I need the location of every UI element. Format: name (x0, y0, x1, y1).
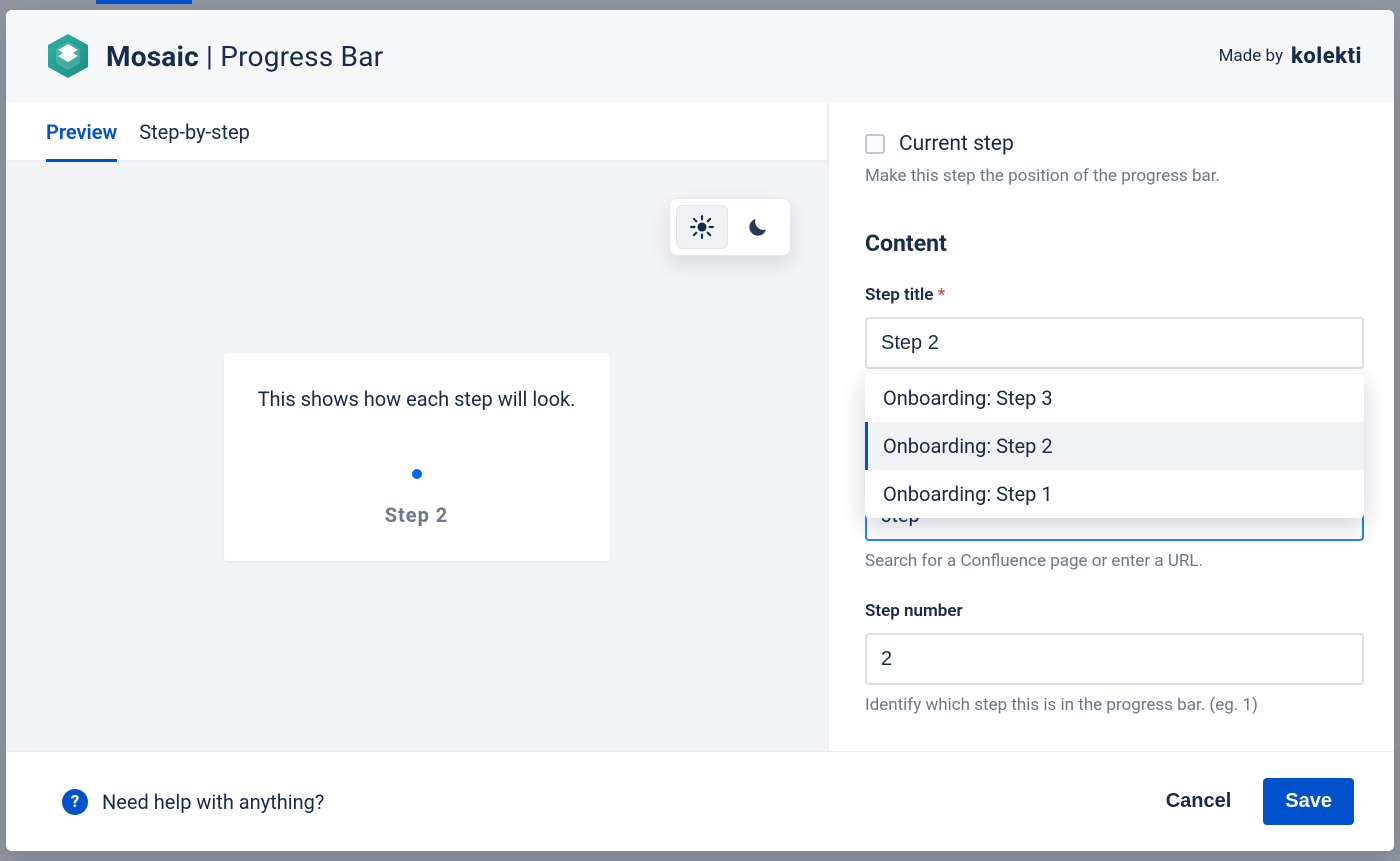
preview-area: This shows how each step will look. Step… (6, 162, 827, 751)
tabs: Preview Step-by-step (6, 102, 827, 162)
background-accent (96, 0, 192, 4)
content-heading: Content (865, 230, 1364, 257)
preview-description: This shows how each step will look. (252, 387, 582, 411)
left-panel: Preview Step-by-step (6, 102, 829, 751)
dialog-title: Mosaic | Progress Bar (106, 40, 383, 73)
dialog-header: Mosaic | Progress Bar Made by kolekti (6, 10, 1394, 102)
dialog-footer: ? Need help with anything? Cancel Save (6, 751, 1394, 851)
current-step-helper: Make this step the position of the progr… (865, 166, 1364, 186)
step-number-helper: Identify which step this is in the progr… (865, 695, 1364, 715)
step-title-input[interactable] (865, 317, 1364, 369)
dialog-body: Preview Step-by-step (6, 102, 1394, 751)
brand-name: Mosaic (106, 40, 199, 73)
step-number-input[interactable] (865, 633, 1364, 685)
made-by-label: Made by (1219, 46, 1283, 66)
current-step-checkbox[interactable] (865, 134, 885, 154)
help-icon: ? (62, 789, 88, 815)
sun-icon (689, 214, 715, 240)
preview-card: This shows how each step will look. Step… (224, 353, 610, 561)
save-button[interactable]: Save (1263, 778, 1354, 825)
dropdown-option[interactable]: Onboarding: Step 2 (865, 422, 1364, 470)
theme-toggle (669, 198, 791, 256)
mosaic-logo-icon (44, 32, 92, 80)
kolekti-wordmark: kolekti (1291, 44, 1362, 69)
preview-step-label: Step 2 (252, 503, 582, 527)
step-title-label-text: Step title (865, 285, 933, 305)
help-text: Need help with anything? (102, 790, 324, 814)
progress-dot (412, 469, 422, 479)
footer-actions: Cancel Save (1160, 778, 1354, 825)
feature-name: Progress Bar (220, 40, 383, 73)
step-title-dropdown: Onboarding: Step 3 Onboarding: Step 2 On… (865, 374, 1364, 518)
help-link[interactable]: ? Need help with anything? (62, 789, 324, 815)
destination-helper: Search for a Confluence page or enter a … (865, 551, 1364, 571)
required-marker: * (937, 285, 945, 305)
brand-separator: | (206, 40, 213, 73)
dropdown-option[interactable]: Onboarding: Step 1 (865, 470, 1364, 518)
current-step-row: Current step (865, 132, 1364, 156)
step-title-label: Step title* (865, 285, 1364, 305)
current-step-label: Current step (899, 132, 1014, 156)
made-by: Made by kolekti (1219, 44, 1362, 69)
tab-preview[interactable]: Preview (46, 102, 117, 160)
moon-icon (746, 215, 770, 239)
tab-step-by-step[interactable]: Step-by-step (139, 102, 250, 160)
dark-mode-button[interactable] (732, 205, 784, 249)
right-panel: Current step Make this step the position… (829, 102, 1394, 751)
step-number-label: Step number (865, 601, 1364, 621)
dropdown-option[interactable]: Onboarding: Step 3 (865, 374, 1364, 422)
dialog: Mosaic | Progress Bar Made by kolekti Pr… (6, 10, 1394, 851)
cancel-button[interactable]: Cancel (1160, 782, 1238, 821)
brand: Mosaic | Progress Bar (44, 32, 383, 80)
light-mode-button[interactable] (676, 205, 728, 249)
